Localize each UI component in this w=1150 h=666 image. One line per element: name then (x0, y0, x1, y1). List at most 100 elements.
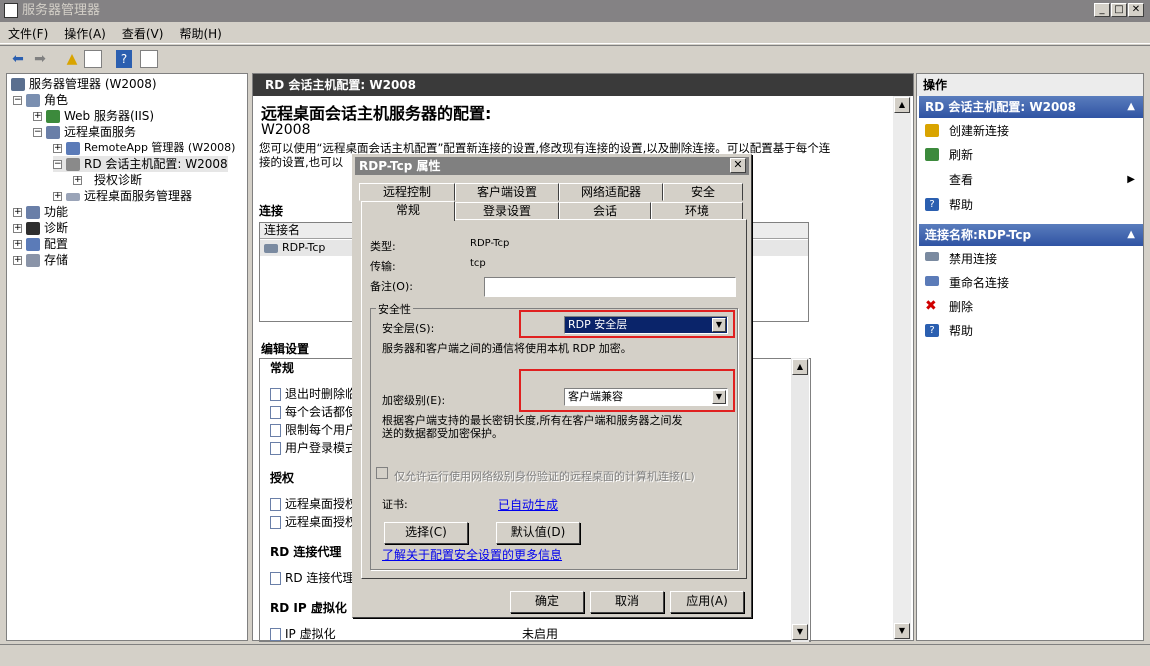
document-icon (270, 424, 281, 437)
minimize-button[interactable]: _ (1094, 3, 1110, 17)
settings-scrollbar[interactable]: ▲ ▼ (791, 358, 809, 642)
actions-section-rd-config[interactable]: RD 会话主机配置: W2008 ▲ (919, 96, 1143, 118)
comment-label: 备注(O): (370, 280, 413, 293)
up-folder-icon[interactable]: ▲ (62, 49, 82, 69)
tab-client-settings[interactable]: 客户端设置 (455, 183, 559, 201)
expand-icon[interactable]: + (13, 224, 22, 233)
action-delete[interactable]: ✖ 删除 (919, 296, 1143, 318)
expand-icon[interactable]: + (13, 208, 22, 217)
tab-security[interactable]: 安全 (663, 183, 743, 201)
certificate-value-link[interactable]: 已自动生成 (498, 496, 558, 513)
tab-general[interactable]: 常规 (361, 201, 455, 221)
tree-license-diagnosis[interactable]: + 授权诊断 (73, 172, 142, 188)
roles-icon (26, 94, 40, 107)
tab-sessions[interactable]: 会话 (559, 202, 651, 220)
setting-license-mode[interactable]: 远程桌面授权 (270, 495, 357, 513)
menu-bar: 文件(F) 操作(A) 查看(V) 帮助(H) (0, 22, 1150, 44)
menu-view[interactable]: 查看(V) (114, 22, 172, 45)
edit-settings-label: 编辑设置 (261, 342, 310, 356)
center-scrollbar[interactable]: ▲ ▼ (893, 96, 911, 640)
dialog-close-button[interactable]: ✕ (730, 158, 746, 173)
learn-more-link[interactable]: 了解关于配置安全设置的更多信息 (382, 546, 562, 563)
configuration-icon (26, 238, 40, 251)
setting-license-server[interactable]: 远程桌面授权 (270, 513, 357, 531)
iis-icon (46, 110, 60, 123)
tree-rds[interactable]: − 远程桌面服务 (33, 124, 136, 140)
connections-label: 连接 (259, 204, 284, 218)
expand-icon[interactable]: + (53, 192, 62, 201)
setting-ip-virtualization[interactable]: IP 虚拟化 (270, 625, 336, 641)
window-titlebar: 服务器管理器 _ □ ✕ (0, 0, 1150, 22)
encryption-level-label: 加密级别(E): (382, 394, 446, 407)
menu-file[interactable]: 文件(F) (0, 22, 56, 45)
tree-rd-session-host-config[interactable]: − RD 会话主机配置: W2008 (53, 156, 228, 172)
maximize-button[interactable]: □ (1111, 3, 1127, 17)
rds-manager-icon (66, 192, 80, 201)
collapse-arrow-icon[interactable]: ▲ (1127, 96, 1135, 118)
section-ip-virtualization: RD IP 虚拟化 (270, 601, 347, 615)
action-create-connection[interactable]: 创建新连接 (919, 120, 1143, 142)
expand-icon[interactable]: + (13, 256, 22, 265)
tree-configuration[interactable]: + 配置 (13, 236, 68, 252)
tree-diagnostics[interactable]: + 诊断 (13, 220, 68, 236)
tab-logon-settings[interactable]: 登录设置 (455, 202, 559, 220)
action-refresh[interactable]: 刷新 (919, 144, 1143, 166)
tree-rds-manager[interactable]: + 远程桌面服务管理器 (53, 188, 192, 204)
collapse-icon[interactable]: − (53, 160, 62, 169)
help-icon[interactable]: ? (116, 50, 132, 68)
back-arrow-icon[interactable]: ⬅ (8, 49, 28, 69)
show-hide-action-pane-icon[interactable] (140, 50, 158, 68)
collapse-icon[interactable]: − (33, 128, 42, 137)
expand-icon[interactable]: + (33, 112, 42, 121)
close-button[interactable]: ✕ (1128, 3, 1144, 17)
menu-help[interactable]: 帮助(H) (171, 22, 229, 45)
apply-button[interactable]: 应用(A) (670, 591, 744, 613)
scroll-down-icon[interactable]: ▼ (792, 624, 808, 640)
action-help-2[interactable]: ? 帮助 (919, 320, 1143, 342)
expand-icon[interactable]: + (73, 176, 82, 185)
remote-desktop-icon (46, 126, 60, 139)
tab-environment[interactable]: 环境 (651, 202, 743, 220)
scroll-up-icon[interactable]: ▲ (792, 359, 808, 375)
document-icon (270, 442, 281, 455)
select-certificate-button[interactable]: 选择(C) (384, 522, 468, 544)
expand-icon[interactable]: + (53, 143, 62, 153)
tab-network-adapter[interactable]: 网络适配器 (559, 183, 663, 201)
collapse-icon[interactable]: − (13, 96, 22, 105)
document-icon (270, 406, 281, 419)
setting-temp-per-session[interactable]: 每个会话都使 (270, 403, 357, 421)
show-hide-tree-icon[interactable] (84, 50, 102, 68)
tree-remoteapp[interactable]: + RemoteApp 管理器 (W2008) (53, 140, 235, 156)
comment-field[interactable] (484, 277, 736, 297)
cancel-button[interactable]: 取消 (590, 591, 664, 613)
status-bar (0, 644, 1150, 666)
scroll-down-icon[interactable]: ▼ (894, 623, 910, 639)
action-view[interactable]: 查看 ▶ (919, 169, 1143, 191)
setting-delete-temp[interactable]: 退出时删除临 (270, 385, 357, 403)
setting-logon-mode[interactable]: 用户登录模式 (270, 439, 357, 457)
action-rename-connection[interactable]: 重命名连接 (919, 272, 1143, 294)
tree-web[interactable]: + Web 服务器(IIS) (33, 108, 154, 124)
nla-checkbox[interactable] (376, 467, 388, 479)
default-button[interactable]: 默认值(D) (496, 522, 580, 544)
action-disable-connection[interactable]: 禁用连接 (919, 248, 1143, 270)
forward-arrow-icon[interactable]: ➡ (30, 49, 50, 69)
setting-broker[interactable]: RD 连接代理 (270, 569, 354, 587)
tree-root[interactable]: 服务器管理器 (W2008) (11, 76, 157, 92)
tree-roles[interactable]: − 角色 (13, 92, 68, 108)
action-help-1[interactable]: ? 帮助 (919, 194, 1143, 216)
help-icon: ? (925, 324, 939, 337)
expand-icon[interactable]: + (13, 240, 22, 249)
tree-storage[interactable]: + 存储 (13, 252, 68, 268)
tree-features[interactable]: + 功能 (13, 204, 68, 220)
setting-limit-sessions[interactable]: 限制每个用户 (270, 421, 357, 439)
ok-button[interactable]: 确定 (510, 591, 584, 613)
toolbar: ⬅ ➡ ▲ ? (0, 45, 1150, 71)
server-icon (11, 78, 25, 91)
document-icon (270, 388, 281, 401)
menu-action[interactable]: 操作(A) (56, 22, 114, 45)
tab-remote-control[interactable]: 远程控制 (359, 183, 455, 201)
scroll-up-icon[interactable]: ▲ (894, 97, 910, 113)
actions-section-connection[interactable]: 连接名称:RDP-Tcp ▲ (919, 224, 1143, 246)
collapse-arrow-icon[interactable]: ▲ (1127, 224, 1135, 246)
